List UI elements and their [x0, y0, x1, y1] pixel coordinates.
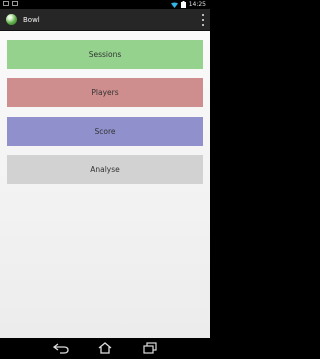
clock: 14:25 — [188, 1, 206, 8]
action-bar: Bowl — [0, 9, 210, 31]
recent-apps-icon[interactable] — [142, 342, 158, 354]
navigation-bar — [0, 338, 210, 359]
dot — [201, 19, 204, 21]
back-icon[interactable] — [53, 342, 69, 354]
home-icon[interactable] — [97, 342, 113, 354]
app-title: Bowl — [23, 16, 40, 24]
main-content: Sessions Players Score Analyse — [0, 31, 210, 338]
status-icons: 14:25 — [170, 0, 206, 9]
dot — [201, 14, 204, 16]
notification-icon — [3, 1, 9, 6]
notification-icons — [3, 1, 18, 6]
wifi-icon — [170, 2, 178, 8]
score-button[interactable]: Score — [7, 117, 203, 146]
analyse-button[interactable]: Analyse — [7, 155, 203, 184]
dot — [201, 24, 204, 26]
app-icon[interactable] — [6, 14, 17, 25]
sessions-button[interactable]: Sessions — [7, 40, 203, 69]
status-bar: 14:25 — [0, 0, 210, 9]
battery-icon — [180, 1, 186, 8]
notification-icon — [12, 1, 18, 6]
players-button[interactable]: Players — [7, 78, 203, 107]
overflow-menu-icon[interactable] — [200, 14, 205, 26]
